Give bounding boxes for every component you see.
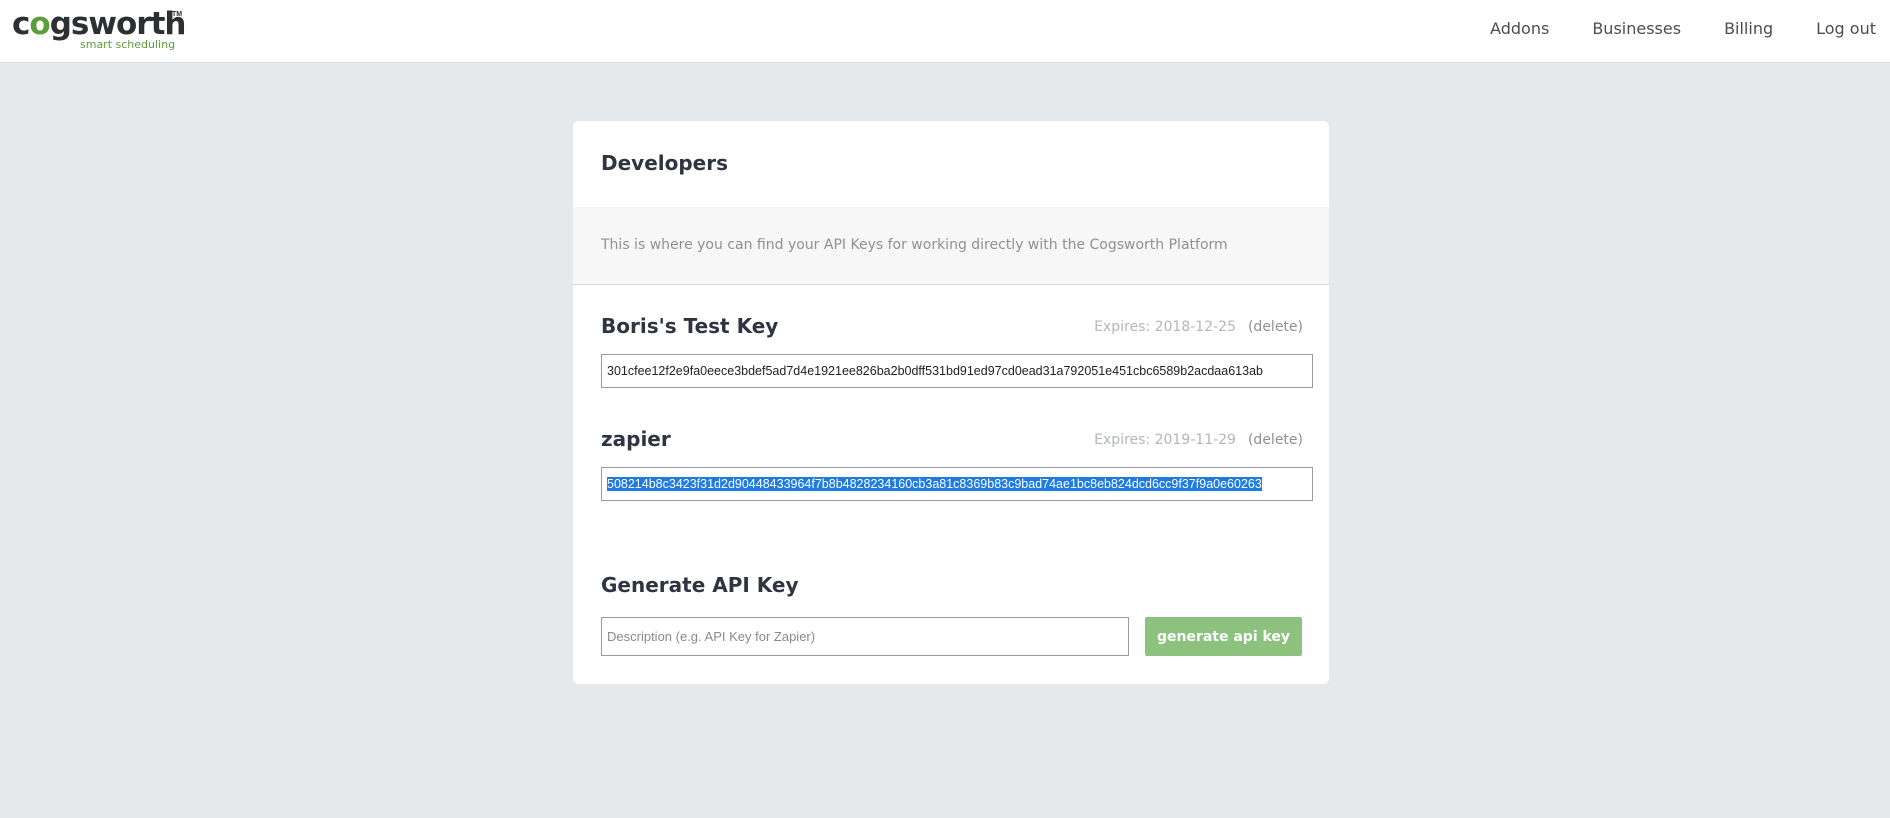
gear-icon: o <box>29 6 50 42</box>
generate-api-key-button[interactable]: generate api key <box>1145 617 1302 656</box>
generate-section-title: Generate API Key <box>601 573 799 597</box>
api-key-meta: Expires: 2018-12-25 (delete) <box>1094 319 1303 335</box>
page-title: Developers <box>601 151 729 175</box>
api-key-field[interactable]: 508214b8c3423f31d2d90448433964f7b8b48282… <box>601 467 1313 501</box>
api-key-value: 301cfee12f2e9fa0eece3bdef5ad7d4e1921ee82… <box>607 364 1263 378</box>
page-description: This is where you can find your API Keys… <box>601 237 1228 253</box>
nav-businesses-link[interactable]: Businesses <box>1592 19 1681 38</box>
description-band: This is where you can find your API Keys… <box>573 207 1329 285</box>
delete-key-link[interactable]: (delete) <box>1248 319 1303 335</box>
delete-key-link[interactable]: (delete) <box>1248 432 1303 448</box>
api-key-name: Boris's Test Key <box>601 314 779 338</box>
cogsworth-logo[interactable]: cogsworth TM smart scheduling <box>12 6 186 54</box>
key-description-input[interactable] <box>601 617 1129 656</box>
nav-billing-link[interactable]: Billing <box>1724 19 1773 38</box>
api-key-name: zapier <box>601 427 671 451</box>
trademark-mark: TM <box>172 11 183 18</box>
api-key-expiry: Expires: 2019-11-29 <box>1094 432 1236 448</box>
nav-addons-link[interactable]: Addons <box>1490 19 1549 38</box>
logo-tagline: smart scheduling <box>80 38 176 51</box>
logo-wordmark: cogsworth <box>12 6 186 42</box>
developers-card: Developers This is where you can find yo… <box>573 121 1329 684</box>
api-key-meta: Expires: 2019-11-29 (delete) <box>1094 432 1303 448</box>
api-key-value-selected: 508214b8c3423f31d2d90448433964f7b8b48282… <box>607 477 1262 491</box>
main-nav: Addons Businesses Billing Log out <box>1490 19 1876 38</box>
nav-logout-link[interactable]: Log out <box>1816 19 1876 38</box>
api-key-expiry: Expires: 2018-12-25 <box>1094 319 1236 335</box>
api-key-field[interactable]: 301cfee12f2e9fa0eece3bdef5ad7d4e1921ee82… <box>601 354 1313 388</box>
top-navbar: cogsworth TM smart scheduling Addons Bus… <box>0 0 1890 63</box>
